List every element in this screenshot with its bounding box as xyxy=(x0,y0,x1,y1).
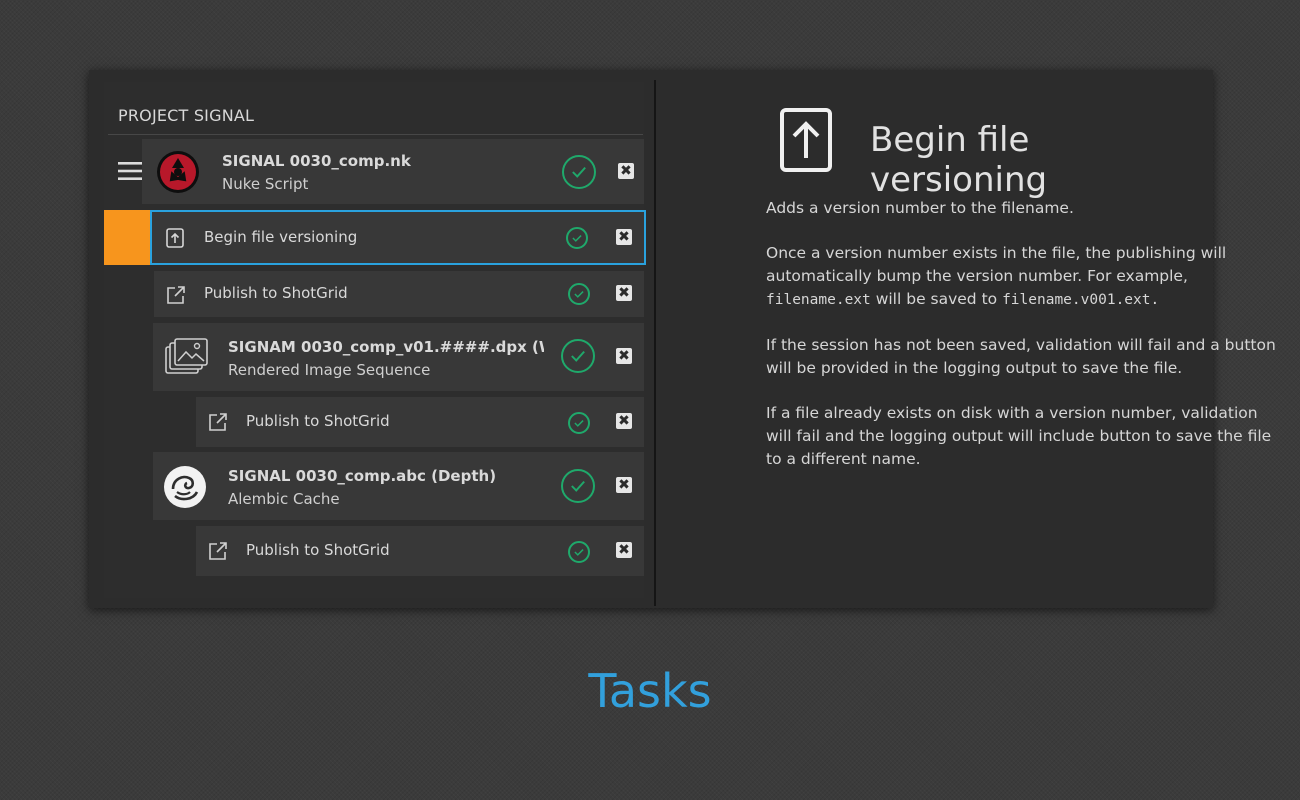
item-subtitle: Nuke Script xyxy=(222,175,309,193)
publisher-window: PROJECT SIGNAL SIGNAL 0030_comp.nk Nuke … xyxy=(89,70,1276,608)
item-label: Publish to ShotGrid xyxy=(204,284,348,302)
status-check-icon xyxy=(568,283,590,305)
selection-marker xyxy=(104,210,151,265)
detail-heading: Begin file versioning xyxy=(870,120,1048,200)
item-title: SIGNAM 0030_comp_v01.####.dpx (Wı xyxy=(228,338,544,356)
item-label: Publish to ShotGrid xyxy=(246,412,390,430)
item-title: SIGNAL 0030_comp.abc (Depth) xyxy=(228,467,497,485)
external-link-icon xyxy=(208,412,228,432)
description-paragraph: If a file already exists on disk with a … xyxy=(766,404,1272,468)
item-subtitle: Alembic Cache xyxy=(228,490,340,508)
nuke-icon xyxy=(156,150,200,194)
tree-item-image-sequence[interactable]: SIGNAM 0030_comp_v01.####.dpx (Wı Render… xyxy=(153,323,644,391)
tree-item-alembic-cache[interactable]: SIGNAL 0030_comp.abc (Depth) Alembic Cac… xyxy=(153,452,644,520)
status-check-icon xyxy=(568,541,590,563)
project-title: PROJECT SIGNAL xyxy=(118,106,255,125)
image-sequence-icon xyxy=(165,337,209,375)
external-link-icon xyxy=(208,541,228,561)
detail-panel: Begin file versioning Adds a version num… xyxy=(677,70,1276,608)
remove-icon[interactable]: ✖ xyxy=(616,229,632,245)
tree-item-publish-shotgrid[interactable]: Publish to ShotGrid ✖ xyxy=(196,526,644,576)
item-label: Begin file versioning xyxy=(204,228,358,246)
item-label: Publish to ShotGrid xyxy=(246,541,390,559)
status-check-icon xyxy=(561,339,595,373)
menu-icon[interactable] xyxy=(118,161,142,181)
description-paragraph: Once a version number exists in the file… xyxy=(766,242,1286,312)
tree-item-nuke-script[interactable]: SIGNAL 0030_comp.nk Nuke Script ✖ xyxy=(118,139,644,204)
description-text: Once a version number exists in the file… xyxy=(766,244,1227,285)
tree-item-publish-shotgrid[interactable]: Publish to ShotGrid ✖ xyxy=(196,397,644,447)
detail-description: Adds a version number to the filename. O… xyxy=(766,197,1286,493)
panel-divider[interactable] xyxy=(654,80,656,606)
alembic-icon xyxy=(163,465,207,509)
task-tree-panel: PROJECT SIGNAL SIGNAL 0030_comp.nk Nuke … xyxy=(104,82,646,598)
upload-icon xyxy=(780,108,832,176)
status-check-icon xyxy=(568,412,590,434)
description-text: will be saved to xyxy=(875,290,998,308)
description-paragraph: If the session has not been saved, valid… xyxy=(766,336,1276,377)
remove-icon[interactable]: ✖ xyxy=(616,285,632,301)
external-link-icon xyxy=(166,285,186,305)
code-text: filename.v001.ext. xyxy=(1002,292,1160,308)
status-check-icon xyxy=(561,469,595,503)
status-check-icon xyxy=(566,227,588,249)
status-check-icon xyxy=(562,155,596,189)
item-subtitle: Rendered Image Sequence xyxy=(228,361,431,379)
tree-item-publish-shotgrid[interactable]: Publish to ShotGrid ✖ xyxy=(154,271,644,317)
section-title: Tasks xyxy=(588,664,712,718)
remove-icon[interactable]: ✖ xyxy=(618,163,634,179)
divider xyxy=(108,134,643,135)
remove-icon[interactable]: ✖ xyxy=(616,413,632,429)
code-text: filename.ext xyxy=(766,292,871,308)
tree-item-begin-versioning[interactable]: Begin file versioning ✖ xyxy=(150,210,646,265)
remove-icon[interactable]: ✖ xyxy=(616,348,632,364)
remove-icon[interactable]: ✖ xyxy=(616,542,632,558)
description-paragraph: Adds a version number to the filename. xyxy=(766,199,1074,217)
remove-icon[interactable]: ✖ xyxy=(616,477,632,493)
item-title: SIGNAL 0030_comp.nk xyxy=(222,152,411,170)
upload-icon xyxy=(166,228,184,248)
